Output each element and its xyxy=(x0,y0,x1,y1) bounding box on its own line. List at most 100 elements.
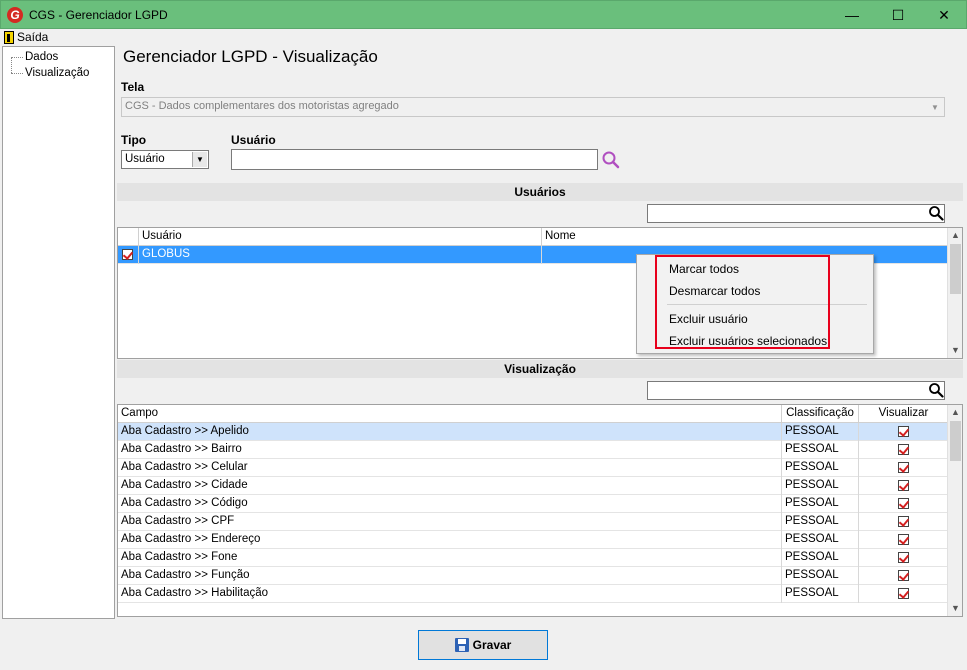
cell-visualizar[interactable] xyxy=(859,549,949,567)
tree-dots xyxy=(11,72,23,74)
cell-usuario: GLOBUS xyxy=(139,246,542,264)
users-grid-header: Usuário Nome xyxy=(118,228,949,246)
checkbox[interactable] xyxy=(898,426,909,437)
cell-classificacao: PESSOAL xyxy=(782,495,859,513)
table-row[interactable]: Aba Cadastro >> CPF PESSOAL xyxy=(118,513,949,531)
table-row[interactable]: Aba Cadastro >> Código PESSOAL xyxy=(118,495,949,513)
window-titlebar: G CGS - Gerenciador LGPD — ☐ ✕ xyxy=(0,0,967,29)
cell-campo: Aba Cadastro >> Fone xyxy=(118,549,782,567)
checkbox[interactable] xyxy=(898,444,909,455)
menubar: Saída xyxy=(0,29,967,46)
cell-visualizar[interactable] xyxy=(859,477,949,495)
cell-campo: Aba Cadastro >> Apelido xyxy=(118,423,782,441)
scroll-down-icon[interactable]: ▼ xyxy=(948,601,962,616)
chevron-down-icon[interactable]: ▼ xyxy=(192,152,207,167)
cell-campo: Aba Cadastro >> Bairro xyxy=(118,441,782,459)
cell-visualizar[interactable] xyxy=(859,441,949,459)
table-row[interactable]: Aba Cadastro >> Habilitação PESSOAL xyxy=(118,585,949,603)
table-row[interactable]: Aba Cadastro >> Apelido PESSOAL xyxy=(118,423,949,441)
usuario-input[interactable] xyxy=(231,149,598,170)
cell-classificacao: PESSOAL xyxy=(782,477,859,495)
users-scrollbar[interactable]: ▲ ▼ xyxy=(947,228,962,358)
tela-select-value: CGS - Dados complementares dos motorista… xyxy=(125,100,399,112)
tipo-select[interactable]: Usuário ▼ xyxy=(121,150,209,169)
table-row[interactable]: Aba Cadastro >> Bairro PESSOAL xyxy=(118,441,949,459)
cell-classificacao: PESSOAL xyxy=(782,459,859,477)
cell-visualizar[interactable] xyxy=(859,423,949,441)
menu-exit[interactable]: Saída xyxy=(4,30,48,44)
tree-item-dados[interactable]: Dados xyxy=(11,51,58,63)
checkbox[interactable] xyxy=(898,462,909,473)
row-checkbox-cell[interactable] xyxy=(118,246,139,264)
view-grid: Campo Classificação Visualizar Aba Cadas… xyxy=(117,404,963,617)
cell-visualizar[interactable] xyxy=(859,567,949,585)
checkbox[interactable] xyxy=(898,516,909,527)
checkbox[interactable] xyxy=(898,570,909,581)
highlight-box xyxy=(655,255,830,349)
view-scrollbar[interactable]: ▲ ▼ xyxy=(947,405,962,616)
tipo-label: Tipo xyxy=(121,133,147,147)
cell-classificacao: PESSOAL xyxy=(782,423,859,441)
table-row[interactable]: Aba Cadastro >> Endereço PESSOAL xyxy=(118,531,949,549)
checkbox[interactable] xyxy=(898,480,909,491)
table-row[interactable]: Aba Cadastro >> Celular PESSOAL xyxy=(118,459,949,477)
save-button-label: Gravar xyxy=(472,638,512,652)
menu-exit-label: Saída xyxy=(17,30,49,44)
scroll-thumb[interactable] xyxy=(950,421,961,461)
cell-campo: Aba Cadastro >> CPF xyxy=(118,513,782,531)
table-row[interactable]: Aba Cadastro >> Cidade PESSOAL xyxy=(118,477,949,495)
table-row[interactable]: Aba Cadastro >> Função PESSOAL xyxy=(118,567,949,585)
header-checkbox-col xyxy=(118,228,139,246)
exit-door-icon xyxy=(4,30,14,44)
column-header-nome[interactable]: Nome xyxy=(542,228,949,246)
cell-visualizar[interactable] xyxy=(859,459,949,477)
navigation-tree: Dados Visualização xyxy=(2,46,115,619)
cell-classificacao: PESSOAL xyxy=(782,549,859,567)
minimize-button[interactable]: — xyxy=(829,1,875,29)
tree-item-label: Dados xyxy=(25,51,59,63)
column-header-usuario[interactable]: Usuário xyxy=(139,228,542,246)
cell-campo: Aba Cadastro >> Código xyxy=(118,495,782,513)
checkbox[interactable] xyxy=(898,588,909,599)
tipo-select-value: Usuário xyxy=(125,153,165,165)
users-section-title: Usuários xyxy=(117,183,963,201)
cell-campo: Aba Cadastro >> Função xyxy=(118,567,782,585)
search-icon[interactable] xyxy=(928,205,944,221)
cell-classificacao: PESSOAL xyxy=(782,441,859,459)
cell-classificacao: PESSOAL xyxy=(782,513,859,531)
page-title: Gerenciador LGPD - Visualização xyxy=(123,47,378,66)
search-icon[interactable] xyxy=(928,382,944,398)
cell-campo: Aba Cadastro >> Endereço xyxy=(118,531,782,549)
scroll-thumb[interactable] xyxy=(950,244,961,294)
checkbox[interactable] xyxy=(898,498,909,509)
save-button[interactable]: Gravar xyxy=(418,630,548,660)
window-title: CGS - Gerenciador LGPD xyxy=(29,8,168,22)
users-filter-input[interactable] xyxy=(647,204,945,223)
search-icon[interactable] xyxy=(601,150,621,170)
column-header-classificacao[interactable]: Classificação xyxy=(782,405,859,423)
checkbox[interactable] xyxy=(898,552,909,563)
cell-campo: Aba Cadastro >> Habilitação xyxy=(118,585,782,603)
cell-visualizar[interactable] xyxy=(859,585,949,603)
scroll-up-icon[interactable]: ▲ xyxy=(948,228,962,243)
checkbox[interactable] xyxy=(898,534,909,545)
view-filter-input[interactable] xyxy=(647,381,945,400)
scroll-up-icon[interactable]: ▲ xyxy=(948,405,962,420)
table-row[interactable]: Aba Cadastro >> Fone PESSOAL xyxy=(118,549,949,567)
scroll-down-icon[interactable]: ▼ xyxy=(948,343,962,358)
cell-visualizar[interactable] xyxy=(859,531,949,549)
column-header-campo[interactable]: Campo xyxy=(118,405,782,423)
checkbox[interactable] xyxy=(122,249,133,260)
view-grid-header: Campo Classificação Visualizar xyxy=(118,405,949,423)
maximize-button[interactable]: ☐ xyxy=(875,1,921,29)
cell-classificacao: PESSOAL xyxy=(782,531,859,549)
cell-classificacao: PESSOAL xyxy=(782,567,859,585)
tree-item-label: Visualização xyxy=(25,67,90,79)
cell-visualizar[interactable] xyxy=(859,495,949,513)
column-header-visualizar[interactable]: Visualizar xyxy=(859,405,949,423)
tree-item-visualizacao[interactable]: Visualização xyxy=(11,67,89,79)
cell-visualizar[interactable] xyxy=(859,513,949,531)
usuario-label: Usuário xyxy=(231,133,276,147)
app-logo-icon: G xyxy=(7,7,23,23)
close-button[interactable]: ✕ xyxy=(921,1,967,29)
